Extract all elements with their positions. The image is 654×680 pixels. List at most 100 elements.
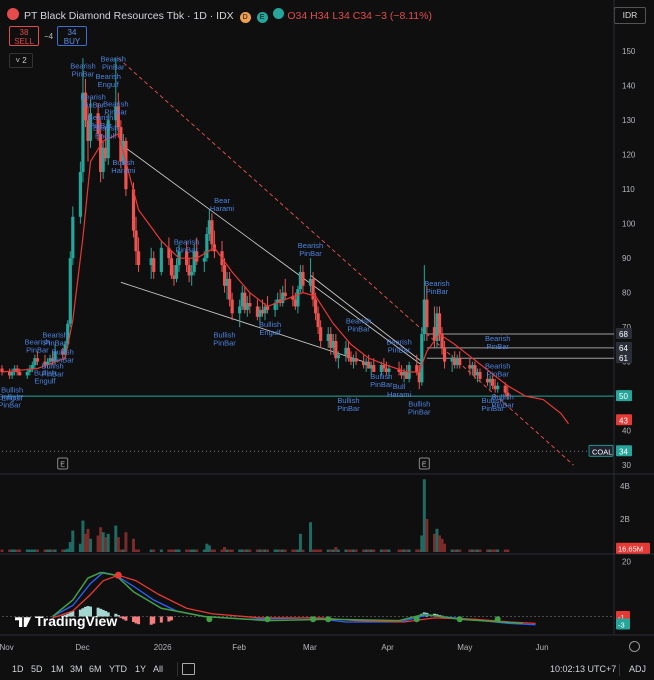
macd-histogram-bar	[137, 616, 141, 625]
pattern-label-word: PinBar	[72, 69, 95, 78]
range-all[interactable]: All	[153, 664, 163, 674]
price-tick-label: 90	[622, 254, 631, 263]
price-tag-label: 61	[619, 354, 628, 363]
volume-bar	[106, 533, 110, 552]
range-ytd[interactable]: YTD	[109, 664, 127, 674]
price-tag-label: 64	[619, 344, 628, 353]
pattern-label-word: PinBar	[426, 287, 449, 296]
candle-body	[319, 327, 323, 341]
candle-body	[382, 365, 386, 369]
pattern-label: Bearish Engulf	[95, 72, 120, 89]
pattern-label: Bullish PinBar	[370, 372, 393, 389]
price-chart[interactable]: 30405060708090100110120130140150NovDec20…	[0, 0, 654, 655]
candle-body	[458, 358, 462, 366]
pattern-label: Bearish PinBar	[485, 334, 510, 351]
pattern-label-word: PinBar	[408, 407, 431, 416]
price-tick-label: 120	[622, 151, 636, 160]
volume-bar	[0, 549, 4, 552]
candle-body	[136, 251, 141, 266]
price-tick-label: 150	[622, 47, 636, 56]
pattern-label: Bullish Engulf	[259, 320, 282, 337]
candle-body	[301, 271, 305, 286]
pattern-label-word: PinBar	[102, 63, 125, 72]
date-range-calendar-icon[interactable]	[182, 663, 195, 675]
price-tick-label: 80	[622, 289, 631, 298]
macd-tick-label: 20	[622, 558, 631, 567]
pattern-label: Bearish PinBar	[386, 337, 411, 354]
pattern-label: Bullish PinBar	[337, 396, 360, 413]
volume-bar	[298, 533, 302, 552]
candle-body	[238, 306, 242, 314]
candle-body	[491, 378, 495, 386]
pattern-label: Bearish PinBar	[42, 330, 67, 347]
candle-body	[442, 347, 447, 362]
volume-bar	[354, 549, 358, 552]
range-1y[interactable]: 1Y	[135, 664, 146, 674]
volume-bar	[387, 549, 391, 552]
candle-body	[205, 234, 209, 259]
pattern-label-word: PinBar	[0, 401, 21, 410]
volume-bar	[18, 549, 22, 552]
symbol-tag-label: COAL	[592, 447, 612, 456]
time-tick-label: 2026	[154, 643, 172, 652]
range-5d[interactable]: 5D	[31, 664, 43, 674]
clock-readout[interactable]: 10:02:13 UTC+7	[550, 664, 616, 674]
time-tick-label: Jun	[536, 643, 549, 652]
volume-bar	[124, 532, 128, 552]
price-tick-label: 100	[622, 220, 636, 229]
price-tick-label: 130	[622, 116, 636, 125]
range-1d[interactable]: 1D	[12, 664, 24, 674]
candle-body	[159, 247, 163, 272]
macd-cross-marker	[413, 616, 420, 623]
pattern-label-word: PinBar	[213, 338, 236, 347]
settings-gear-icon[interactable]	[629, 641, 640, 652]
price-tag-label: 68	[619, 330, 628, 339]
volume-bar	[506, 549, 510, 552]
price-tag-label: 34	[619, 447, 628, 456]
macd-cross-marker	[456, 616, 463, 623]
candle-body	[228, 278, 232, 300]
pattern-label-word: PinBar	[370, 380, 393, 389]
range-1m[interactable]: 1M	[51, 664, 64, 674]
candle-body	[152, 258, 156, 272]
time-tick-label: Apr	[381, 643, 394, 652]
candle-body	[336, 354, 340, 359]
pattern-label-word: Engulf	[95, 132, 117, 141]
candle-body	[478, 371, 482, 379]
volume-tag-label: 16.65M	[618, 545, 643, 554]
candle-body	[420, 334, 424, 383]
time-tick-label: Feb	[232, 643, 246, 652]
candle-body	[425, 299, 429, 328]
range-3m[interactable]: 3M	[70, 664, 83, 674]
pattern-label-word: Engulf	[98, 80, 120, 89]
pattern-label-word: PinBar	[175, 245, 198, 254]
pattern-label-word: PinBar	[299, 249, 322, 258]
volume-tick-label: 2B	[620, 515, 630, 524]
time-tick-label: Mar	[303, 643, 317, 652]
macd-cross-marker	[264, 616, 271, 623]
candle-body	[346, 347, 351, 359]
time-tick-label: Dec	[75, 643, 89, 652]
range-6m[interactable]: 6M	[89, 664, 102, 674]
candle-body	[296, 289, 300, 307]
macd-histogram-bar	[116, 615, 120, 617]
tradingview-logo[interactable]: TradingView	[15, 613, 117, 629]
pattern-label-word: Engulf	[259, 328, 281, 337]
candle-body	[18, 371, 22, 376]
macd-histogram-bar	[169, 616, 173, 621]
volume-bar	[137, 549, 141, 552]
candle-body	[190, 271, 194, 276]
candle-body	[202, 258, 206, 262]
candle-body	[496, 385, 500, 390]
pattern-label: Bullish Engulf	[34, 368, 57, 385]
pattern-label-word: Engulf	[34, 376, 56, 385]
pattern-label-word: PinBar	[347, 325, 370, 334]
earnings-marker-label: E	[60, 462, 65, 469]
adjustment-toggle[interactable]: ADJ	[629, 664, 646, 674]
macd-cross-marker	[114, 571, 122, 579]
pattern-label-word: PinBar	[44, 338, 67, 347]
candle-body	[169, 258, 174, 276]
volume-bar	[177, 549, 181, 552]
macd-histogram-bar	[152, 616, 156, 624]
candle-body	[210, 220, 214, 245]
